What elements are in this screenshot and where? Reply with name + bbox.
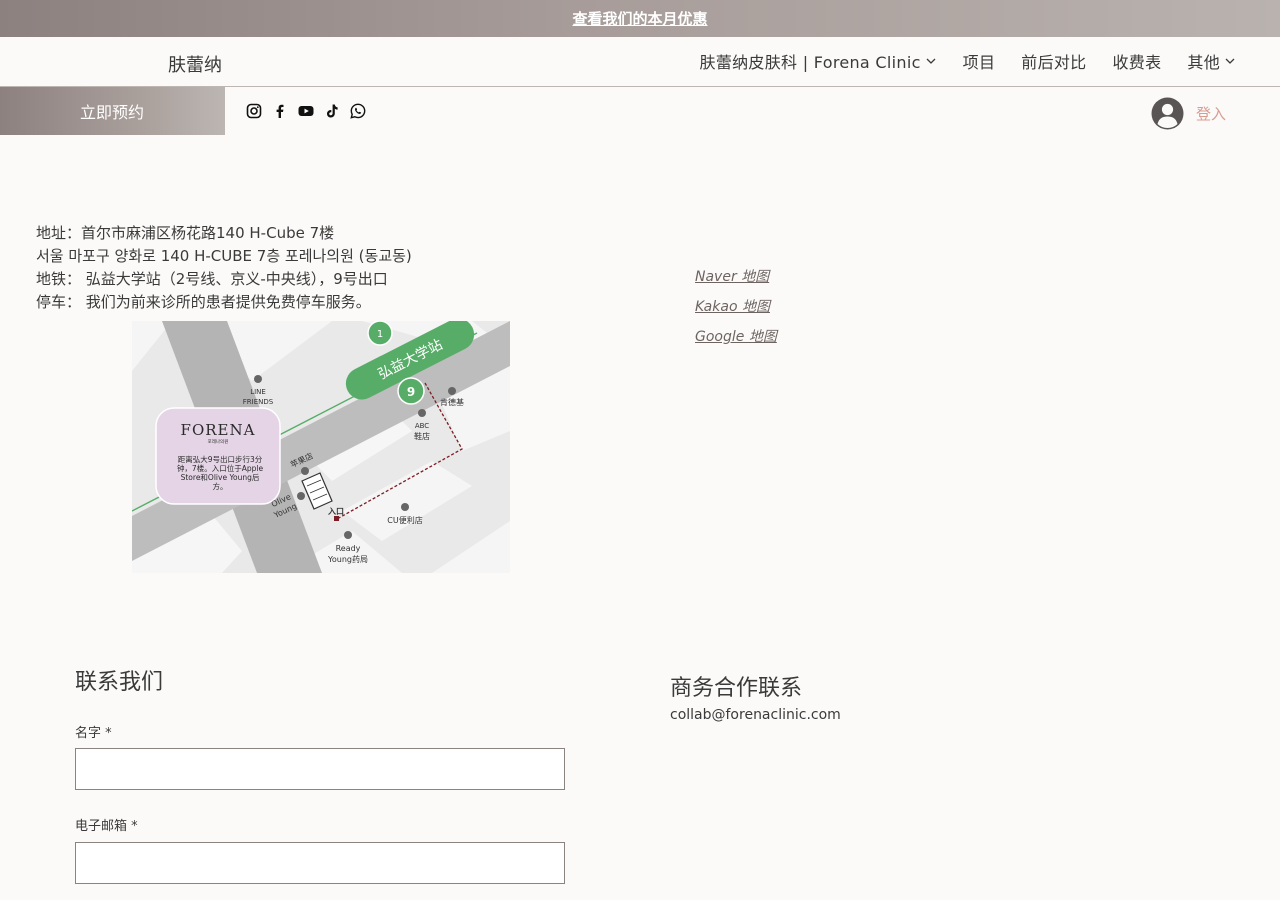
login-button[interactable]: 登入 <box>1151 97 1226 130</box>
map-illustration: 弘益大学站 1 9 LINE FRIENDS 肯德基 ABC 鞋店 苹果店 Ol… <box>132 321 510 573</box>
poi-abc-2: 鞋店 <box>414 431 430 441</box>
nav-item-pricing[interactable]: 收费表 <box>1112 49 1161 73</box>
promo-banner: 查看我们的本月优惠 <box>0 0 1280 37</box>
book-now-button[interactable]: 立即预约 <box>0 87 225 135</box>
name-field-label: 名字 * <box>75 726 112 741</box>
promo-link[interactable]: 查看我们的本月优惠 <box>572 8 707 29</box>
map-logo-text: FORENA <box>181 421 256 439</box>
map-card-line-2: 钟，7楼。入口位于Apple <box>177 463 264 473</box>
email-input[interactable] <box>75 842 565 884</box>
chevron-down-icon <box>1225 58 1235 64</box>
exit-9-badge: 9 <box>407 385 415 399</box>
kakao-map-link[interactable]: Kakao 地图 <box>695 296 777 316</box>
business-email[interactable]: collab@forenaclinic.com <box>670 707 841 723</box>
contact-title: 联系我们 <box>75 670 164 695</box>
facebook-icon[interactable] <box>272 103 288 119</box>
poi-kfc: 肯德基 <box>440 397 464 407</box>
address-line-korean: 서울 마포구 양화로 140 H-CUBE 7층 포레나의원 (동교동) <box>36 247 412 265</box>
chevron-down-icon <box>926 58 936 64</box>
name-input[interactable] <box>75 748 565 790</box>
address-line-chinese: 地址：首尔市麻浦区杨花路140 H-Cube 7楼 <box>36 224 335 242</box>
poi-line-friends-2: FRIENDS <box>243 398 274 406</box>
exit-1-badge: 1 <box>377 329 383 340</box>
brand-logo-text[interactable]: 肤蕾纳 <box>168 51 222 77</box>
nav-item-before-after[interactable]: 前后对比 <box>1021 49 1086 73</box>
map-card-line-3: Store和Olive Young后 <box>181 472 260 482</box>
google-map-link[interactable]: Google 地图 <box>695 326 777 346</box>
poi-abc-1: ABC <box>415 422 429 430</box>
nav-item-services[interactable]: 项目 <box>963 49 996 73</box>
whatsapp-icon[interactable] <box>350 103 366 119</box>
poi-entrance: 入口 <box>327 507 344 516</box>
subway-info: 地铁： 弘益大学站（2号线、京义-中央线），9号出口 <box>36 270 388 288</box>
map-card-line-4: 方。 <box>213 481 228 491</box>
social-icons <box>246 103 366 119</box>
map-card-line-1: 距离弘大9号出口步行3分 <box>178 454 263 464</box>
site-header: 肤蕾纳 肤蕾纳皮肤科 | Forena Clinic 项目 前后对比 收费表 其… <box>0 37 1280 87</box>
login-label: 登入 <box>1195 105 1226 123</box>
business-contact-title: 商务合作联系 <box>670 676 803 701</box>
instagram-icon[interactable] <box>246 103 262 119</box>
main-nav: 肤蕾纳皮肤科 | Forena Clinic 项目 前后对比 收费表 其他 <box>700 49 1236 73</box>
naver-map-link[interactable]: Naver 地图 <box>695 266 777 286</box>
email-field-label: 电子邮箱 * <box>75 819 138 834</box>
nav-item-clinic[interactable]: 肤蕾纳皮肤科 | Forena Clinic <box>700 49 937 73</box>
poi-ready-1: Ready <box>336 544 361 553</box>
tiktok-icon[interactable] <box>324 103 340 119</box>
address-block: 地址：首尔市麻浦区杨花路140 H-Cube 7楼 서울 마포구 양화로 140… <box>36 222 412 314</box>
poi-cu: CU便利店 <box>387 515 422 525</box>
map-logo-sub: 포레나의원 <box>208 438 229 445</box>
parking-info: 停车： 我们为前来诊所的患者提供免费停车服务。 <box>36 293 371 311</box>
youtube-icon[interactable] <box>298 103 314 119</box>
nav-item-more[interactable]: 其他 <box>1187 49 1236 73</box>
poi-line-friends-1: LINE <box>250 388 266 396</box>
map-links: Naver 地图 Kakao 地图 Google 地图 <box>695 266 777 346</box>
location-map: 弘益大学站 1 9 LINE FRIENDS 肯德基 ABC 鞋店 苹果店 Ol… <box>132 321 510 573</box>
user-avatar-icon <box>1151 97 1184 130</box>
poi-ready-2: Young药局 <box>327 554 368 564</box>
